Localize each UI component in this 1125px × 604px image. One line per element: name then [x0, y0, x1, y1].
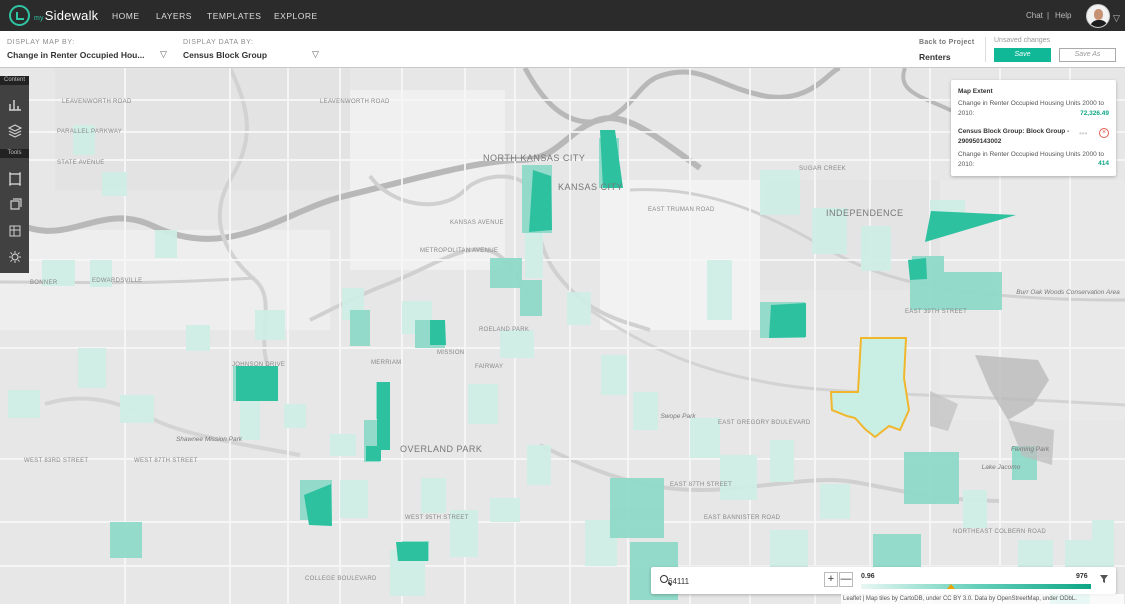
colbern-road-label: NORTHEAST COLBERN ROAD [953, 529, 1046, 535]
account-menu-caret-icon[interactable]: ▽ [1113, 13, 1120, 24]
nav-layers[interactable]: LAYERS [156, 11, 192, 21]
west-83rd-street-label: WEST 83RD STREET [24, 458, 88, 464]
leavenworth-road-label-1: LEAVENWORTH ROAD [62, 99, 132, 105]
display-data-label: DISPLAY DATA BY: [183, 39, 254, 46]
tools-header: Tools [0, 149, 29, 158]
bonner-label: BONNER [30, 280, 58, 286]
top-navigation: mySidewalk HOME LAYERS TEMPLATES EXPLORE… [0, 0, 1125, 31]
block-group-metric: Change in Renter Occupied Housing Units … [958, 151, 1104, 168]
map-attribution: Leaflet | Map tiles by CartoDB, under CC… [841, 594, 1124, 604]
block-group-value: 414 [1098, 160, 1109, 167]
swope-park-label: Swope Park [660, 413, 696, 420]
bar-chart-icon[interactable] [8, 98, 22, 112]
controls-separator [985, 37, 986, 62]
east-39th-street-label: EAST 39TH STREET [905, 309, 967, 315]
map-extent-value: 72,326.49 [1080, 110, 1109, 117]
east-87th-street-label: EAST 87TH STREET [670, 482, 732, 488]
burr-oak-woods-label: Burr Oak Woods Conservation Area [1016, 289, 1120, 296]
gear-icon[interactable] [8, 250, 22, 264]
edwardsville-label: EDWARDSVILLE [92, 278, 142, 284]
leavenworth-road-label-2: LEAVENWORTH ROAD [320, 99, 390, 105]
help-link[interactable]: Help [1055, 11, 1071, 20]
metropolitan-avenue-label: METROPOLITAN AVENUE [420, 248, 498, 254]
display-map-select[interactable]: Change in Renter Occupied Hou... [7, 50, 157, 60]
selection-icon[interactable] [8, 172, 22, 186]
chat-link[interactable]: Chat [1026, 11, 1043, 20]
college-boulevard-label: COLLEGE BOULEVARD [305, 576, 377, 582]
display-map-caret-icon[interactable]: ▽ [160, 49, 167, 60]
map-extent-card: Map Extent Change in Renter Occupied Hou… [951, 80, 1116, 176]
brand-name[interactable]: mySidewalk [34, 8, 98, 23]
shawnee-mission-park-label: Shawnee Mission Park [176, 436, 243, 443]
lake-jacomo-label: Lake Jacomo [982, 464, 1021, 471]
kansas-avenue-label: KANSAS AVENUE [450, 220, 504, 226]
kansas-city-label: KANSAS CITY [558, 182, 623, 192]
project-name[interactable]: Renters [919, 52, 951, 62]
unsaved-status: Unsaved changes [994, 37, 1051, 44]
east-truman-road-label: EAST TRUMAN ROAD [648, 207, 715, 213]
search-and-legend-panel: + — 0.96 976 [651, 567, 1116, 594]
fleming-park-label: Fleming Park [1011, 446, 1050, 453]
map-extent-title: Map Extent [958, 88, 993, 95]
display-data-caret-icon[interactable]: ▽ [312, 49, 319, 60]
table-icon[interactable] [8, 224, 22, 238]
legend-minimum: 0.96 [861, 573, 875, 580]
layers-icon[interactable] [8, 124, 22, 138]
sugar-creek-label: SUGAR CREEK [799, 166, 846, 172]
left-toolbox: Content Tools [0, 76, 29, 273]
merriam-label: MERRIAM [371, 360, 401, 366]
north-kansas-city-label: NORTH KANSAS CITY [483, 153, 585, 163]
parallel-parkway-label: PARALLEL PARKWAY [57, 129, 122, 135]
zoom-out-button[interactable]: — [839, 572, 853, 587]
content-tools-header: Content [0, 76, 29, 85]
west-87th-street-label: WEST 87TH STREET [134, 458, 198, 464]
more-options-icon[interactable]: ••• [1079, 129, 1087, 138]
filter-icon[interactable] [1099, 574, 1109, 584]
mission-label: MISSION [437, 350, 464, 356]
state-avenue-label: STATE AVENUE [57, 160, 105, 166]
fairway-label: FAIRWAY [475, 364, 503, 370]
overland-park-label: OVERLAND PARK [400, 444, 482, 454]
independence-label: INDEPENDENCE [826, 208, 904, 218]
mysidewalk-logo-icon[interactable] [9, 5, 30, 26]
nav-templates[interactable]: TEMPLATES [207, 11, 261, 21]
top-link-separator: | [1047, 11, 1050, 20]
save-as-button[interactable]: Save As [1059, 48, 1116, 62]
display-data-select[interactable]: Census Block Group [183, 50, 303, 60]
roeland-park-label: ROELAND PARK [479, 327, 529, 333]
west-95th-street-label: WEST 95TH STREET [405, 515, 469, 521]
zoom-in-button[interactable]: + [824, 572, 838, 587]
search-icon [660, 575, 668, 583]
gregory-boulevard-label: EAST GREGORY BOULEVARD [718, 420, 811, 426]
save-button[interactable]: Save [994, 48, 1051, 62]
choropleth-legend-bar[interactable] [861, 584, 1091, 589]
user-avatar[interactable] [1086, 4, 1110, 28]
map-controls-bar: DISPLAY MAP BY: Change in Renter Occupie… [0, 31, 1125, 68]
johnson-drive-label: JOHNSON DRIVE [232, 362, 285, 368]
nav-explore[interactable]: EXPLORE [274, 11, 318, 21]
legend-maximum: 976 [1076, 573, 1088, 580]
layer-stack-icon[interactable] [8, 198, 22, 212]
close-block-group-icon[interactable]: × [1099, 128, 1109, 138]
back-to-project-label[interactable]: Back to Project [919, 39, 974, 46]
location-search-input[interactable] [668, 574, 823, 588]
display-map-label: DISPLAY MAP BY: [7, 39, 75, 46]
legend-value-marker[interactable] [946, 584, 955, 589]
nav-home[interactable]: HOME [112, 11, 140, 21]
census-block-group-title: Census Block Group: Block Group - 290950… [958, 128, 1070, 145]
east-bannister-road-label: EAST BANNISTER ROAD [704, 515, 781, 521]
